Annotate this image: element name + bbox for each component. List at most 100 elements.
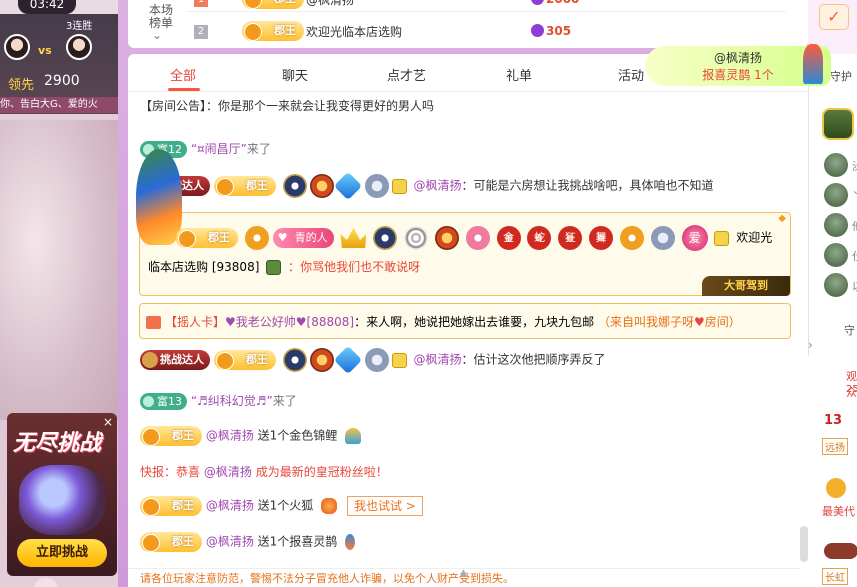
guard-link[interactable]: 守 — [844, 322, 855, 338]
treasure-chest-icon — [19, 465, 105, 535]
diamond-medal-icon — [333, 345, 362, 375]
magpie-icon — [345, 534, 356, 550]
gift-notification-pill[interactable]: @枫清扬 报喜灵鹊 1个 — [645, 44, 831, 86]
diamond-medal-icon — [333, 171, 362, 201]
chevron-down-icon[interactable]: ⌄ — [152, 28, 162, 42]
guard-panel-title[interactable]: 守护 — [830, 68, 852, 84]
tab-activity[interactable]: 活动 — [618, 65, 644, 84]
gold-medal-icon — [619, 226, 644, 250]
avatar-icon — [266, 260, 282, 275]
anchor-avatar-left[interactable] — [4, 34, 30, 60]
session-rank-panel: 本场榜单 ⌄ 1 郡王 @枫清扬 2000 2 郡王 欢迎光临本店选购 305 — [128, 0, 808, 48]
chevron-right-icon[interactable]: › — [808, 338, 813, 352]
gift-text: 送1个火狐 — [257, 498, 314, 513]
silver-medal-icon — [650, 226, 675, 250]
char-medal-icon: 舞 — [589, 226, 614, 250]
chat-text: 来人啊，她说把她嫁出去谁要，九块九包邮 — [366, 315, 595, 329]
chat-user-name[interactable]: 临本店选购 — [148, 260, 208, 274]
tab-chat[interactable]: 聊天 — [282, 65, 308, 84]
vip-square-icon — [714, 230, 730, 246]
wealth-badge: 富13 — [140, 393, 187, 410]
guard-avatar[interactable] — [824, 273, 848, 297]
horn-source[interactable]: （来自叫我娜子呀 — [598, 315, 694, 329]
endless-challenge-banner[interactable]: × 无尽挑战 立即挑战 — [7, 413, 117, 576]
audience-avatar[interactable] — [826, 478, 846, 498]
rank-value: 2000 — [531, 0, 579, 6]
anchor-avatar-right[interactable] — [66, 34, 92, 60]
safety-notice: ▲ 请各位玩家注意防范，警惕不法分子冒充他人诈骗，以免个人财产受到损失。 — [128, 568, 800, 587]
noble-badge: 郡王 — [242, 0, 304, 9]
gift-text: 送1个金色锦鲤 — [257, 428, 338, 443]
close-icon[interactable]: × — [103, 415, 113, 429]
chat-user-name[interactable]: 欢迎光 — [736, 231, 772, 245]
rank-user-name[interactable]: 欢迎光临本店选购 — [306, 23, 402, 40]
rank-label[interactable]: 本场榜单 — [146, 4, 176, 30]
chat-text: 估计这次他把顺序弄反了 — [473, 352, 606, 367]
fire-fox-icon — [321, 498, 338, 514]
chat-user-name[interactable]: @枫清扬 — [413, 179, 461, 193]
chat-enter-message: 富13 “♬纠科幻觉♬”来了 — [140, 392, 297, 410]
guard-avatar[interactable] — [824, 183, 848, 207]
guard-avatar[interactable] — [824, 243, 848, 267]
chat-user-name[interactable]: @枫清扬 — [206, 499, 254, 513]
chat-user-name[interactable]: ♥我老公好帅♥[88808] — [225, 315, 354, 329]
video-panel[interactable]: 03:42 vs 3连胜 领先 2900 你、告白大G、爱的火 × 无尽挑战 立… — [0, 0, 118, 587]
chat-separator: ： — [354, 315, 367, 329]
char-medal-icon: 狂 — [558, 226, 583, 250]
chevron-up-icon[interactable]: ▲ — [460, 563, 467, 583]
flash-prefix: 快报：恭喜 — [140, 465, 201, 479]
guard-avatar[interactable] — [824, 213, 848, 237]
chat-separator: ： — [461, 178, 474, 193]
rank-user-name[interactable]: @枫清扬 — [306, 0, 354, 8]
bottom-orb-icon — [34, 578, 58, 587]
chat-scrollbar[interactable] — [800, 526, 808, 562]
safety-notice-text: 请各位玩家注意防范，警惕不法分子冒充他人诈骗，以免个人财产受到损失。 — [140, 572, 514, 585]
rank-number: 1 — [194, 0, 208, 7]
pink-medal-icon — [465, 226, 490, 250]
star-medal-icon — [282, 348, 307, 372]
chat-user-name[interactable]: @枫清扬 — [206, 429, 254, 443]
crown-icon — [340, 228, 367, 248]
guardian-shield-icon[interactable] — [822, 108, 854, 140]
lead-label: 领先 — [8, 78, 35, 93]
chat-text: 来了 — [272, 394, 297, 408]
chat-user-name[interactable]: “¤闹昌厅” — [191, 142, 247, 156]
user-id: [93808] — [211, 260, 260, 274]
audience-count: 259 — [846, 384, 857, 395]
guard-avatar[interactable] — [824, 153, 848, 177]
love-medal-icon: 爱 — [681, 225, 708, 251]
tab-talent[interactable]: 点才艺 — [387, 65, 426, 84]
gift-message: 郡王 @枫清扬 送1个火狐 我也试试 > — [140, 496, 423, 516]
heart-icon: ♥ — [693, 315, 705, 329]
try-it-button[interactable]: 我也试试 > — [346, 496, 423, 516]
noble-badge: 郡王 — [213, 176, 276, 196]
guard-name: 丫 — [852, 188, 857, 204]
flash-text: 成为最新的皇冠粉丝啦！ — [255, 465, 388, 479]
gift-box-icon[interactable]: ✓ — [819, 4, 849, 30]
challenge-now-button[interactable]: 立即挑战 — [17, 539, 107, 567]
audience-badge: 长虹 — [822, 568, 848, 585]
chat-user-name[interactable]: @枫清扬 — [206, 535, 254, 549]
chat-user-name[interactable]: @枫清扬 — [204, 465, 252, 479]
fire-medal-icon — [434, 226, 459, 250]
rank-value: 305 — [531, 24, 571, 38]
rank-row[interactable]: 1 郡王 @枫清扬 2000 — [186, 0, 786, 12]
chat-user-name[interactable]: “♬纠科幻觉♬” — [191, 394, 273, 408]
pk-timer: 03:42 — [18, 0, 76, 14]
challenge-badge-icon — [824, 543, 857, 559]
silver-medal-icon — [364, 348, 389, 372]
gift-text: 送1个报喜灵鹊 — [257, 534, 338, 549]
big-brother-arrives-badge: 大哥驾到 — [702, 276, 790, 296]
chat-text: 你骂他我们也不敢说呀 — [300, 260, 421, 274]
tab-gift-list[interactable]: 礼单 — [506, 65, 532, 84]
horn-source-suffix: 房间） — [704, 315, 741, 329]
rank-row[interactable]: 2 郡王 欢迎光临本店选购 305 — [186, 20, 786, 44]
audience-badge: 远扬 — [822, 438, 848, 455]
guard-name: 他 — [852, 218, 857, 234]
tab-all[interactable]: 全部 — [170, 65, 196, 84]
video-background — [0, 120, 118, 420]
chat-user-name[interactable]: @枫清扬 — [413, 353, 461, 367]
gold-medal-icon — [244, 226, 269, 250]
chat-message: 挑战达人 郡王 @枫清扬：可能是六房想让我挑战啥吧，具体咱也不知道 — [140, 171, 714, 201]
gift-message: 郡王 @枫清扬 送1个报喜灵鹊 — [140, 532, 356, 552]
